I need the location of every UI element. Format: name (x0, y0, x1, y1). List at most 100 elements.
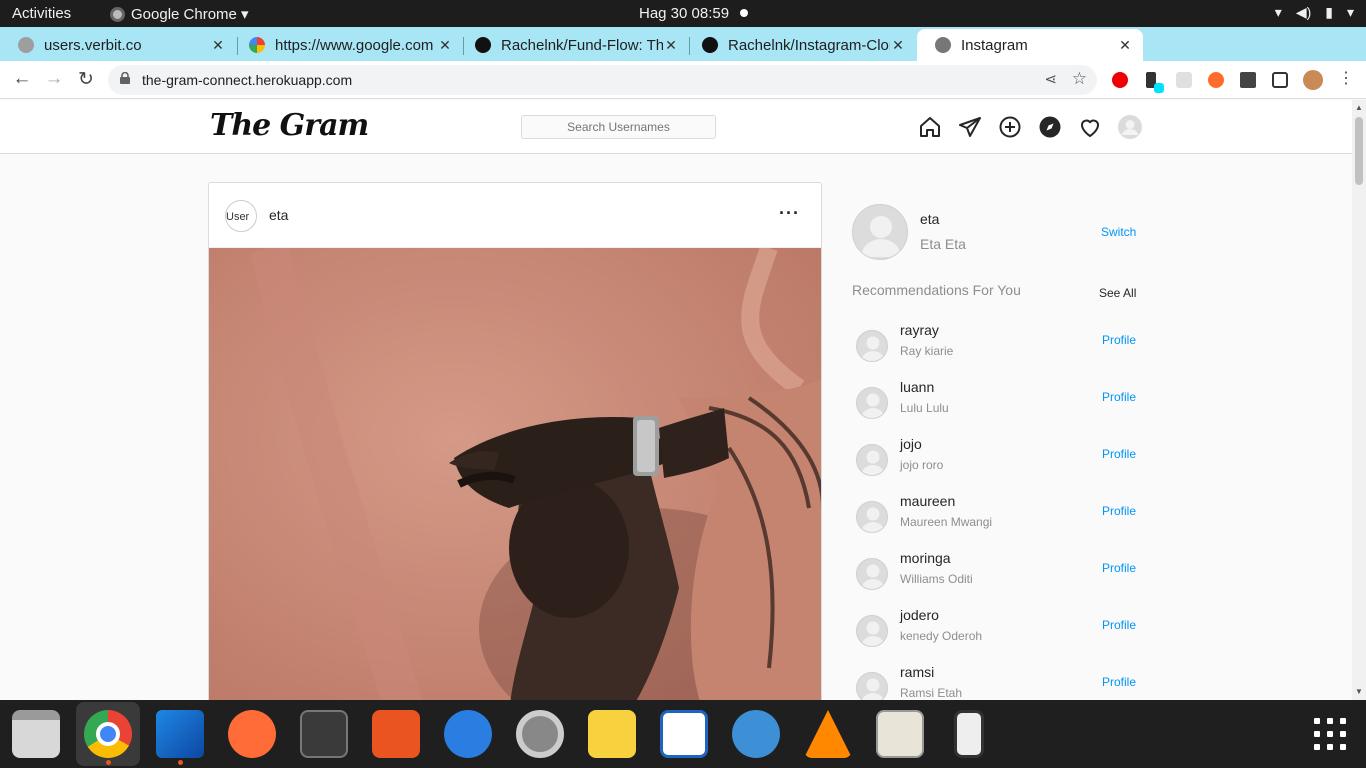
recommendations-heading: Recommendations For You (852, 282, 1021, 298)
post-author-avatar[interactable]: User (225, 200, 257, 232)
app-logo[interactable]: The Gram (210, 108, 369, 143)
search-input[interactable] (521, 115, 716, 139)
current-user-avatar[interactable] (852, 204, 908, 260)
url-text: the-gram-connect.herokuapp.com (142, 72, 353, 88)
globe-icon (935, 37, 951, 53)
forward-icon[interactable]: → (42, 68, 66, 90)
recommendation-full-name: Maureen Mwangi (900, 515, 993, 529)
recommendation-username[interactable]: maureen (900, 493, 955, 509)
scrollbar-thumb[interactable] (1355, 117, 1363, 185)
postman-icon[interactable] (228, 710, 276, 758)
browser-toolbar: ← → ↻ the-gram-connect.herokuapp.com ⋖ ☆… (0, 61, 1366, 99)
recommendation-full-name: Ramsi Etah (900, 686, 963, 700)
more-menu-icon[interactable]: ⋮ (1334, 68, 1358, 88)
side-panel-icon[interactable] (1272, 72, 1288, 88)
clock[interactable]: Hag 30 08:59 (639, 5, 729, 22)
scroll-up-arrow-icon[interactable]: ▲ (1355, 103, 1363, 112)
sticky-notes-icon[interactable] (588, 710, 636, 758)
recommendation-full-name: Ray kiarie (900, 344, 954, 358)
app-center-icon[interactable] (372, 710, 420, 758)
app-menu-label: Google Chrome ▾ (131, 6, 249, 23)
recommendation-username[interactable]: jodero (900, 607, 939, 623)
profile-link[interactable]: Profile (1102, 447, 1136, 461)
github-icon (702, 37, 718, 53)
recommendation-username[interactable]: jojo (900, 436, 922, 452)
post-image[interactable] (209, 248, 822, 700)
tab-instagram-clone[interactable]: Rachelnk/Instagram-Clone ✕ (684, 29, 916, 61)
switch-account-link[interactable]: Switch (1101, 225, 1136, 239)
web-page: The Gram User eta ··· (0, 100, 1352, 700)
writer-icon[interactable] (660, 710, 708, 758)
activities-button[interactable]: Activities (12, 5, 71, 22)
settings-icon[interactable] (516, 710, 564, 758)
address-bar[interactable]: the-gram-connect.herokuapp.com ⋖ ☆ (108, 65, 1097, 95)
avatar[interactable] (856, 444, 888, 476)
profile-link[interactable]: Profile (1102, 561, 1136, 575)
page-scrollbar[interactable]: ▲ ▼ (1352, 100, 1366, 700)
tab-verbit[interactable]: users.verbit.co ✕ (0, 29, 236, 61)
share-icon[interactable]: ⋖ (1044, 70, 1057, 88)
opera-extension-icon[interactable] (1112, 72, 1128, 88)
back-icon[interactable]: ← (10, 68, 34, 90)
avatar[interactable] (856, 615, 888, 647)
recommendation-full-name: kenedy Oderoh (900, 629, 983, 643)
home-icon[interactable] (918, 115, 942, 139)
extensions-icon[interactable] (1240, 72, 1256, 88)
profile-link[interactable]: Profile (1102, 390, 1136, 404)
terminal-icon[interactable] (300, 710, 348, 758)
direct-message-icon[interactable] (958, 115, 982, 139)
google-icon (249, 37, 265, 53)
device-icon[interactable] (954, 710, 984, 758)
sudoku-icon[interactable] (876, 710, 924, 758)
close-icon[interactable]: ✕ (890, 37, 906, 54)
profile-link[interactable]: Profile (1102, 504, 1136, 518)
qbittorrent-icon[interactable] (732, 710, 780, 758)
volume-icon: ◀) (1295, 4, 1312, 20)
profile-link[interactable]: Profile (1102, 675, 1136, 689)
see-all-link[interactable]: See All (1099, 286, 1136, 300)
reload-icon[interactable]: ↻ (74, 68, 98, 91)
app-menu[interactable]: Google Chrome ▾ (110, 5, 249, 23)
more-options-icon[interactable]: ··· (779, 203, 800, 224)
close-icon[interactable]: ✕ (437, 37, 453, 54)
profile-link[interactable]: Profile (1102, 618, 1136, 632)
tab-fund-flow[interactable]: Rachelnk/Fund-Flow: The ✕ (457, 29, 689, 61)
avatar[interactable] (856, 558, 888, 590)
post-author-username[interactable]: eta (269, 207, 288, 223)
profile-link[interactable]: Profile (1102, 333, 1136, 347)
avatar[interactable] (856, 330, 888, 362)
recommendation-username[interactable]: rayray (900, 322, 939, 338)
system-tray[interactable]: ▾ ◀) ▮ ▾ (1275, 4, 1354, 21)
close-icon[interactable]: ✕ (210, 37, 226, 54)
scroll-down-arrow-icon[interactable]: ▼ (1355, 687, 1363, 696)
vlc-icon[interactable] (804, 710, 852, 758)
app-header: The Gram (0, 100, 1352, 154)
vscode-icon[interactable] (156, 710, 204, 758)
recommendation-item: luann Lulu Lulu Profile (856, 379, 1140, 429)
avatar[interactable] (856, 501, 888, 533)
activity-heart-icon[interactable] (1078, 115, 1102, 139)
files-icon[interactable] (12, 710, 60, 758)
close-icon[interactable]: ✕ (663, 37, 679, 54)
tab-instagram[interactable]: Instagram ✕ (917, 29, 1143, 61)
recommendation-username[interactable]: luann (900, 379, 934, 395)
recommendation-username[interactable]: moringa (900, 550, 951, 566)
explore-icon[interactable] (1038, 115, 1062, 139)
current-username[interactable]: eta (920, 211, 939, 227)
help-icon[interactable] (444, 710, 492, 758)
close-icon[interactable]: ✕ (1117, 37, 1133, 54)
puzzle-extension-icon[interactable] (1176, 72, 1192, 88)
avatar[interactable] (856, 672, 888, 700)
avatar[interactable] (856, 387, 888, 419)
running-indicator (106, 760, 111, 765)
bookmark-star-icon[interactable]: ☆ (1072, 69, 1087, 89)
recommendation-full-name: Williams Oditi (900, 572, 973, 586)
profile-avatar-icon[interactable] (1118, 115, 1142, 139)
new-post-icon[interactable] (998, 115, 1022, 139)
postman-extension-icon[interactable] (1208, 72, 1224, 88)
profile-avatar[interactable] (1303, 70, 1323, 90)
show-apps-icon[interactable] (1314, 718, 1346, 750)
tab-google[interactable]: https://www.google.com ✕ (231, 29, 463, 61)
recommendation-username[interactable]: ramsi (900, 664, 934, 680)
recommendation-item: jojo jojo roro Profile (856, 436, 1140, 486)
